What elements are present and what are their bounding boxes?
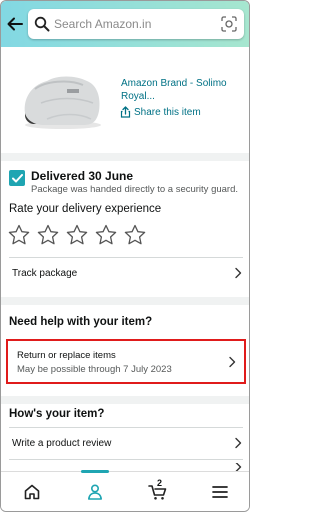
star-1-icon[interactable] (7, 223, 31, 247)
next-row-peek[interactable] (9, 463, 243, 471)
section-divider (1, 396, 249, 404)
delivery-star-rating (7, 223, 147, 247)
camera-lens-icon[interactable] (220, 15, 238, 33)
review-section-title: How's your item? (9, 408, 105, 420)
back-button[interactable] (5, 12, 25, 36)
help-section-title: Need help with your item? (9, 316, 153, 328)
delivery-status-title: Delivered 30 June (31, 169, 134, 183)
product-image[interactable] (17, 63, 105, 133)
chevron-right-icon (235, 437, 242, 449)
person-icon (88, 484, 102, 500)
track-package-label: Track package (12, 267, 78, 279)
search-input[interactable] (54, 13, 214, 35)
bottom-navigation: 2 (1, 470, 249, 511)
nav-account-button[interactable] (83, 480, 107, 504)
row-divider (9, 459, 243, 460)
product-summary: Amazon Brand - Solimo Royal... Share thi… (1, 47, 249, 153)
star-4-icon[interactable] (94, 223, 118, 247)
nav-home-button[interactable] (20, 480, 44, 504)
active-tab-indicator (81, 470, 109, 473)
chevron-right-icon (235, 267, 242, 279)
search-icon (34, 16, 50, 32)
star-5-icon[interactable] (123, 223, 147, 247)
return-replace-row[interactable]: Return or replace items May be possible … (6, 339, 246, 384)
search-box[interactable] (28, 9, 244, 39)
return-window-text: May be possible through 7 July 2023 (17, 364, 172, 375)
home-icon (24, 484, 40, 500)
product-title-link[interactable]: Amazon Brand - Solimo Royal... (121, 77, 241, 103)
section-divider (1, 297, 249, 305)
chevron-right-icon (235, 463, 242, 471)
back-arrow-icon (7, 17, 23, 31)
app-frame: Amazon Brand - Solimo Royal... Share thi… (0, 0, 250, 512)
hamburger-menu-icon (212, 486, 228, 498)
header-bar (1, 1, 249, 47)
share-label: Share this item (134, 106, 201, 118)
row-divider (9, 427, 243, 428)
star-2-icon[interactable] (36, 223, 60, 247)
return-replace-label: Return or replace items (17, 350, 116, 361)
section-divider (1, 153, 249, 161)
nav-menu-button[interactable] (208, 480, 232, 504)
delivered-check-icon (9, 170, 25, 186)
nav-cart-button[interactable]: 2 (146, 478, 170, 504)
cart-count-badge: 2 (157, 478, 163, 488)
row-divider (9, 257, 243, 258)
write-review-label: Write a product review (12, 437, 112, 449)
share-icon (120, 106, 131, 118)
write-review-row[interactable]: Write a product review (9, 435, 243, 451)
star-3-icon[interactable] (65, 223, 89, 247)
rate-delivery-label: Rate your delivery experience (9, 203, 162, 215)
delivery-status-detail: Package was handed directly to a securit… (31, 184, 239, 195)
chevron-right-icon (229, 356, 236, 368)
share-item-link[interactable]: Share this item (120, 105, 201, 119)
track-package-row[interactable]: Track package (9, 265, 243, 281)
